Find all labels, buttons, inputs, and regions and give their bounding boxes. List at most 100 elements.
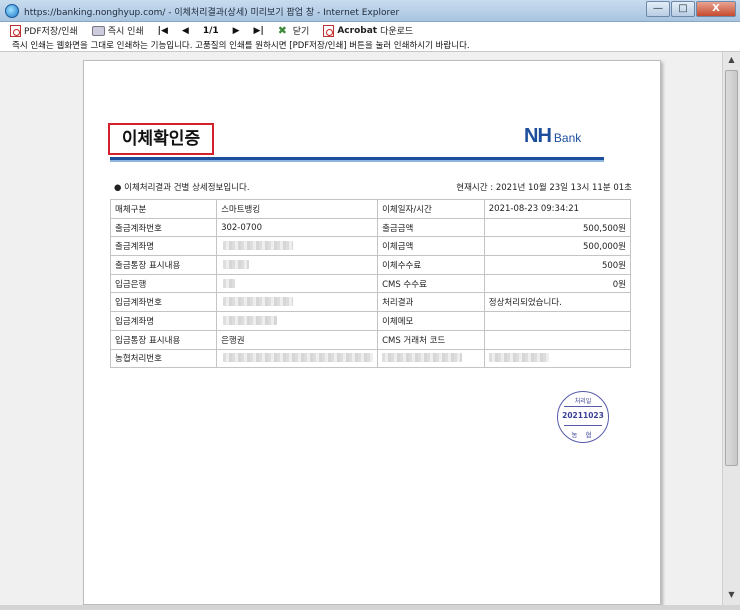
row-value: 2021-08-23 09:34:21 bbox=[483, 199, 632, 219]
minimize-button[interactable]: — bbox=[646, 1, 670, 17]
stamp-bottom-text: 농 협 bbox=[571, 431, 595, 439]
row-label: 입금계좌명 bbox=[109, 311, 218, 331]
prev-page-icon[interactable]: ◀ bbox=[182, 26, 189, 36]
row-label: 입금은행 bbox=[109, 273, 218, 294]
close-doc-label: 닫기 bbox=[292, 27, 310, 37]
row-value-text: 302-0700 bbox=[221, 222, 262, 233]
row-value-text: 2021-08-23 09:34:21 bbox=[488, 203, 580, 214]
acrobat-download-button[interactable]: Acrobat 다운로드 bbox=[323, 24, 413, 37]
row-value: 정상처리되었습니다. bbox=[483, 292, 632, 313]
close-window-button[interactable]: X bbox=[696, 1, 736, 17]
row-label: 이체수수료 bbox=[377, 255, 485, 275]
row-label-text: 이체수수료 bbox=[382, 260, 422, 271]
table-row: 출금계좌명 이체금액 500,000원 bbox=[109, 236, 632, 257]
row-label-text: CMS 거래처 코드 bbox=[382, 335, 446, 346]
row-value-text: 500,000원 bbox=[583, 242, 626, 253]
header-divider-light bbox=[110, 160, 604, 162]
acrobat-label: Acrobat bbox=[337, 25, 378, 36]
maximize-button[interactable]: □ bbox=[671, 1, 695, 17]
next-page-icon[interactable]: ▶ bbox=[233, 26, 240, 36]
acrobat-download-label: 다운로드 bbox=[380, 27, 414, 37]
row-label-text: 입금통장 표시내용 bbox=[115, 335, 181, 346]
row-value: 500,500원 bbox=[483, 217, 632, 238]
table-row: 입금은행 CMS 수수료 0원 bbox=[109, 273, 632, 294]
row-value bbox=[216, 311, 379, 331]
scroll-down-icon[interactable]: ▼ bbox=[723, 587, 740, 603]
scroll-up-icon[interactable]: ▲ bbox=[723, 52, 740, 68]
row-value-text: 정상처리되었습니다. bbox=[488, 298, 562, 309]
row-value bbox=[483, 311, 632, 331]
table-row: 출금통장 표시내용 이체수수료 500원 bbox=[109, 255, 632, 275]
row-label: 출금금액 bbox=[377, 217, 485, 238]
row-label-text: 매체구분 bbox=[115, 204, 147, 215]
page-indicator: 1/1 bbox=[202, 25, 219, 36]
row-label-text: 출금계좌번호 bbox=[115, 223, 162, 234]
row-value bbox=[216, 348, 379, 369]
row-label bbox=[377, 348, 485, 369]
last-page-icon[interactable]: ▶| bbox=[254, 26, 264, 36]
window-title: https://banking.nonghyup.com/ - 이체처리결과(상… bbox=[24, 8, 400, 18]
row-label: 처리결과 bbox=[377, 292, 485, 313]
scrollbar-thumb[interactable] bbox=[725, 70, 738, 466]
row-value-text: 은행권 bbox=[221, 335, 245, 346]
document-viewport[interactable]: 이체확인증 NH Bank ● 이체처리결과 건별 상세정보입니다. 현재시간 … bbox=[0, 52, 722, 605]
logo-bank: Bank bbox=[553, 131, 582, 145]
pdf-icon bbox=[10, 24, 21, 37]
first-page-icon[interactable]: |◀ bbox=[158, 26, 168, 36]
stamp-divider bbox=[564, 406, 602, 407]
redacted-value bbox=[223, 315, 278, 325]
row-value: 스마트뱅킹 bbox=[216, 199, 379, 219]
row-label: CMS 거래처 코드 bbox=[377, 329, 485, 350]
redacted-value bbox=[223, 297, 294, 307]
window-bottom-border bbox=[0, 605, 740, 610]
pdf-save-print-button[interactable]: PDF저장/인쇄 bbox=[10, 24, 78, 37]
row-label: 이체일자/시간 bbox=[377, 199, 485, 219]
row-value bbox=[483, 348, 632, 369]
info-description: ● 이체처리결과 건별 상세정보입니다. bbox=[114, 183, 250, 193]
table-row: 매체구분 스마트뱅킹 이체일자/시간 2021-08-23 09:34:21 bbox=[109, 199, 632, 219]
title-bar: https://banking.nonghyup.com/ - 이체처리결과(상… bbox=[0, 0, 740, 22]
row-value-text: 500,500원 bbox=[583, 223, 626, 234]
redacted-value bbox=[382, 353, 463, 363]
instant-print-button[interactable]: 즉시 인쇄 bbox=[91, 24, 144, 37]
row-label: 이체메모 bbox=[377, 311, 485, 331]
table-row: 농협처리번호 bbox=[109, 348, 632, 369]
row-label: 입금계좌번호 bbox=[109, 292, 218, 313]
row-value: 302-0700 bbox=[216, 217, 379, 238]
row-value-text: 0원 bbox=[612, 279, 626, 290]
redacted-value bbox=[223, 259, 250, 269]
stamp-top-text: 처리일 bbox=[574, 398, 592, 405]
pdf-save-print-label: PDF저장/인쇄 bbox=[24, 27, 78, 37]
vertical-scrollbar[interactable]: ▲ ▼ bbox=[722, 52, 740, 605]
redacted-value bbox=[223, 353, 374, 363]
row-value bbox=[216, 292, 379, 313]
processing-stamp: 처리일 20211023 농 협 bbox=[557, 391, 609, 443]
close-icon: ✖ bbox=[277, 23, 287, 37]
row-label-text: 입금계좌번호 bbox=[115, 298, 162, 309]
row-value bbox=[483, 329, 632, 350]
acrobat-icon bbox=[323, 24, 335, 37]
row-value bbox=[216, 236, 379, 257]
toolbar: PDF저장/인쇄 즉시 인쇄 |◀ ◀ 1/1 ▶ ▶| ✖ 닫기 Acroba… bbox=[0, 22, 740, 39]
row-label-text: CMS 수수료 bbox=[382, 279, 427, 290]
stamp-date: 20211023 bbox=[562, 411, 604, 420]
row-label: 출금계좌명 bbox=[109, 236, 218, 257]
row-label: 매체구분 bbox=[109, 199, 218, 219]
table-row: 출금계좌번호 302-0700 출금금액 500,500원 bbox=[109, 217, 632, 238]
row-label-text: 농협처리번호 bbox=[115, 354, 162, 365]
current-time: 현재시간 : 2021년 10월 23일 13시 11분 01초 bbox=[456, 183, 632, 193]
close-doc-button[interactable]: ✖ 닫기 bbox=[278, 24, 310, 37]
logo-nh: NH bbox=[524, 125, 552, 147]
document-title: 이체확인증 bbox=[108, 123, 214, 155]
row-label: 출금계좌번호 bbox=[109, 217, 218, 238]
document-page: 이체확인증 NH Bank ● 이체처리결과 건별 상세정보입니다. 현재시간 … bbox=[83, 60, 661, 605]
row-label: 이체금액 bbox=[377, 236, 485, 257]
transfer-detail-table: 매체구분 스마트뱅킹 이체일자/시간 2021-08-23 09:34:21 출금계좌번… bbox=[109, 199, 632, 369]
notice-text: 즉시 인쇄는 웹화면을 그대로 인쇄하는 기능입니다. 고품질의 인쇄를 원하시… bbox=[0, 39, 740, 52]
row-value: 은행권 bbox=[216, 329, 379, 350]
row-label-text: 출금계좌명 bbox=[115, 242, 155, 253]
nh-bank-logo: NH Bank bbox=[524, 125, 581, 148]
table-row: 입금통장 표시내용 은행권 CMS 거래처 코드 bbox=[109, 329, 632, 350]
redacted-value bbox=[223, 278, 236, 288]
table-row: 입금계좌번호 처리결과 정상처리되었습니다. bbox=[109, 292, 632, 313]
